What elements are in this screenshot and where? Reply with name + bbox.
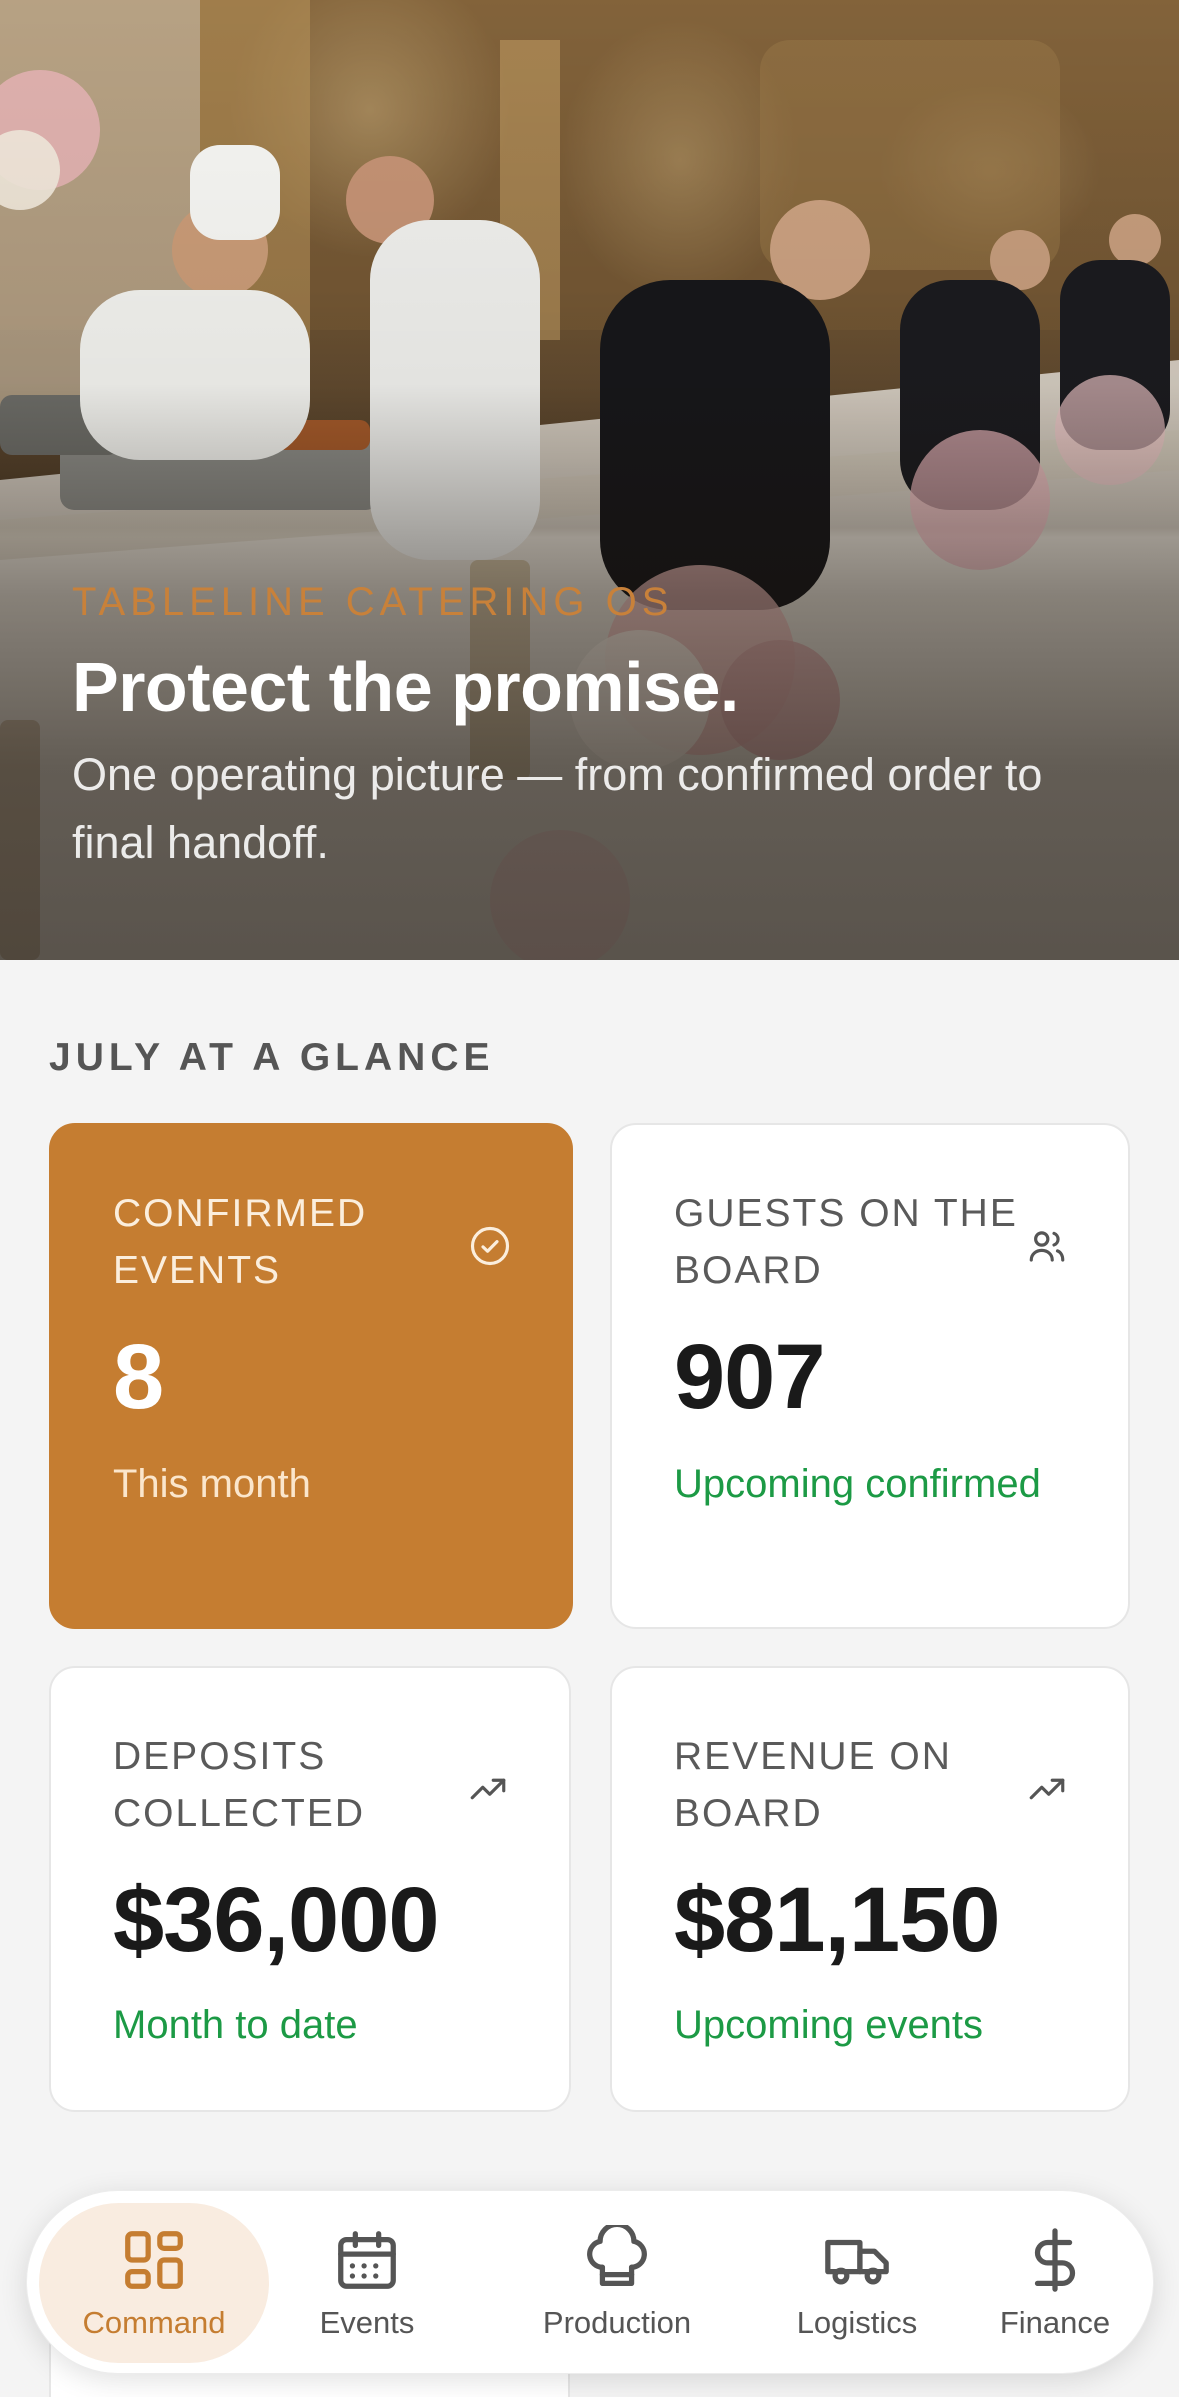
check-circle-icon [470, 1226, 510, 1266]
nav-label: Production [542, 2305, 692, 2340]
hero-eyebrow: TABLELINE CATERING OS [72, 580, 674, 624]
nav-item-command[interactable]: Command [39, 2203, 269, 2363]
nav-item-production[interactable]: Production [497, 2203, 737, 2363]
card-value: $36,000 [113, 1869, 440, 1971]
card-label: GUESTS ON THE BOARD [674, 1192, 1018, 1292]
bottom-nav: Command Events Production Logistics Fina… [26, 2190, 1154, 2374]
card-revenue-on-board[interactable]: REVENUE ON BOARD $81,150 Upcoming events [610, 1666, 1130, 2112]
card-guests-on-board[interactable]: GUESTS ON THE BOARD 907 Upcoming confirm… [610, 1123, 1130, 1629]
truck-icon [825, 2239, 889, 2285]
nav-label: Command [82, 2305, 226, 2340]
trending-up-icon [470, 1778, 506, 1800]
trending-up-icon [1029, 1778, 1065, 1800]
nav-label: Finance [999, 2305, 1111, 2340]
users-icon [1029, 1231, 1065, 1262]
nav-item-finance[interactable]: Finance [967, 2203, 1143, 2363]
nav-item-logistics[interactable]: Logistics [757, 2203, 957, 2363]
calendar-icon [338, 2231, 396, 2289]
section-label-glance: JULY AT A GLANCE [49, 1036, 495, 1079]
card-label: DEPOSITS COLLECTED [113, 1735, 366, 1835]
card-value: 907 [674, 1326, 825, 1428]
card-confirmed-events[interactable]: CONFIRMED EVENTS 8 This month [49, 1123, 573, 1629]
chef-hat-icon [587, 2225, 647, 2286]
dashboard-grid-icon [125, 2231, 183, 2289]
card-note: Upcoming events [674, 2003, 984, 2047]
hero-title: Protect the promise. [72, 648, 739, 726]
nav-item-events[interactable]: Events [277, 2203, 457, 2363]
card-note: Upcoming confirmed [674, 1462, 1041, 1506]
card-value: 8 [113, 1326, 164, 1428]
app-root: TABLELINE CATERING OS Protect the promis… [0, 0, 1179, 2397]
hero-text: TABLELINE CATERING OS Protect the promis… [72, 580, 1132, 877]
hero-subtitle: One operating picture — from confirmed o… [72, 749, 1043, 868]
card-note: This month [113, 1462, 311, 1506]
nav-label: Events [319, 2305, 415, 2340]
card-label: REVENUE ON BOARD [674, 1735, 952, 1835]
card-note: Month to date [113, 2003, 358, 2047]
card-label: CONFIRMED EVENTS [113, 1192, 368, 1292]
card-deposits-collected[interactable]: DEPOSITS COLLECTED $36,000 Month to date [49, 1666, 571, 2112]
dollar-icon [1034, 2228, 1076, 2292]
card-value: $81,150 [674, 1869, 1001, 1971]
nav-label: Logistics [796, 2305, 918, 2340]
hero-banner: TABLELINE CATERING OS Protect the promis… [0, 0, 1179, 960]
